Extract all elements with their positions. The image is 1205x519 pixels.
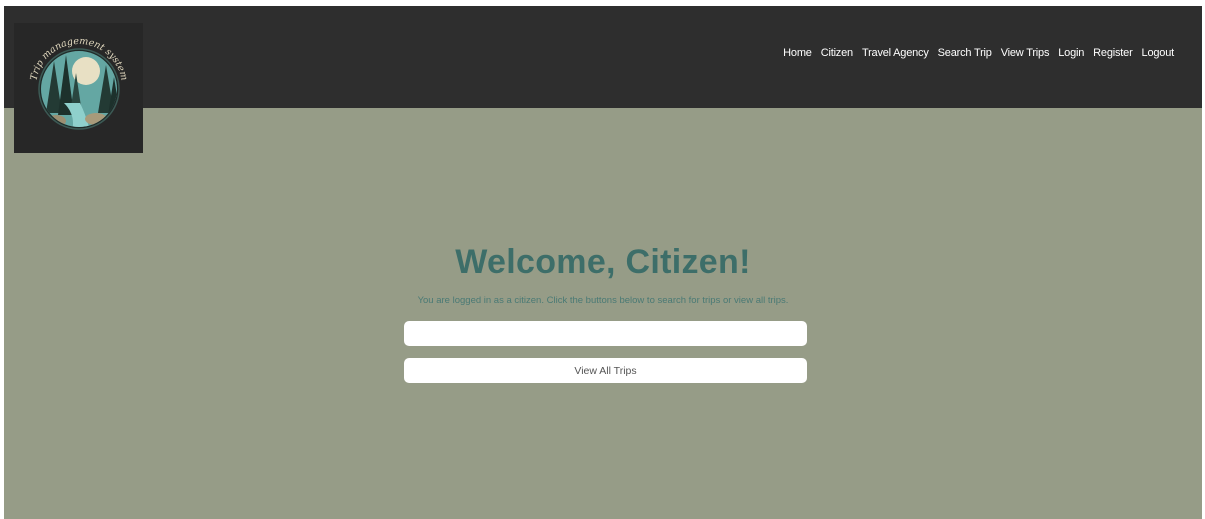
page-frame: Home Citizen Travel Agency Search Trip V… [4,6,1202,519]
view-all-trips-button[interactable]: View All Trips [404,358,807,383]
page-subtitle: You are logged in as a citizen. Click th… [417,295,789,306]
site-logo[interactable]: Trip management system [14,23,143,153]
logo-emblem-icon: Trip management system [14,23,143,153]
main-content: Welcome, Citizen! You are logged in as a… [4,6,1202,519]
page-title: Welcome, Citizen! [455,243,751,281]
search-trips-button[interactable] [404,321,807,346]
